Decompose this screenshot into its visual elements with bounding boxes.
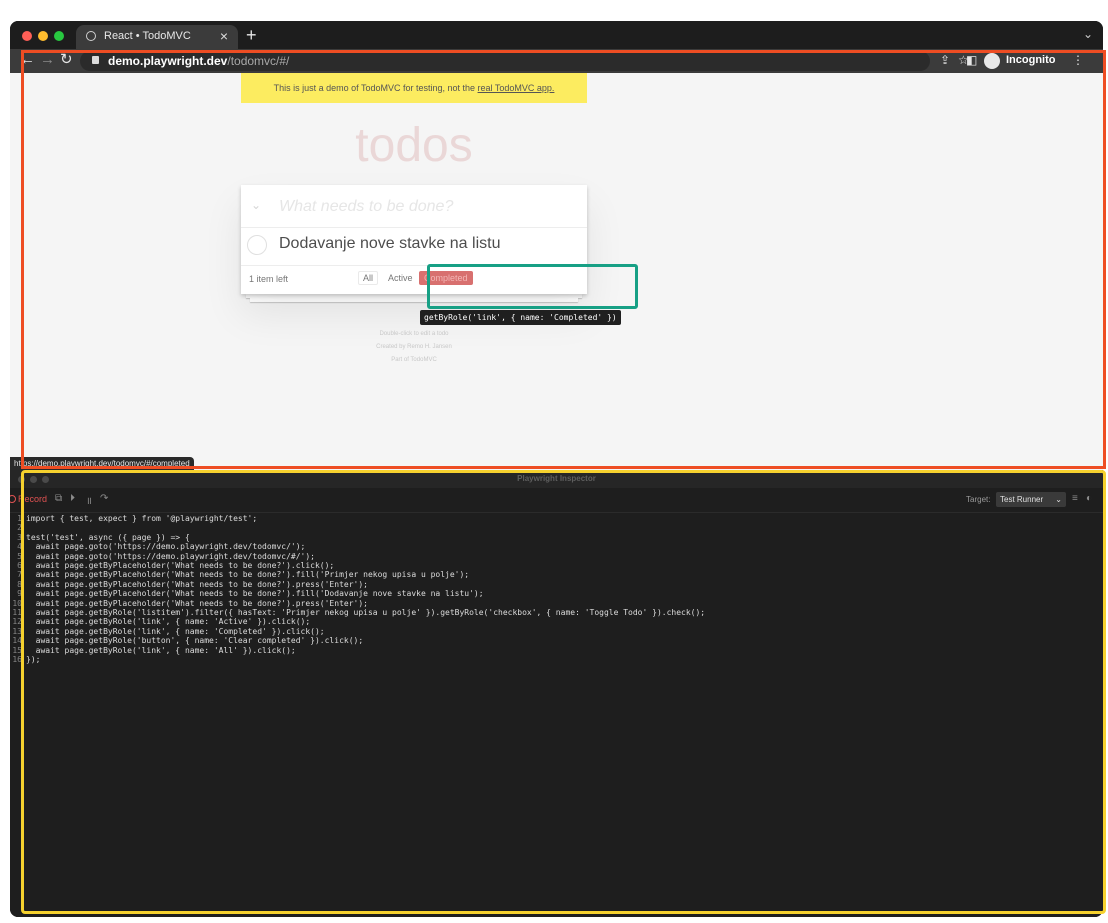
tab-title: React • TodoMVC: [104, 30, 191, 42]
maximize-window-button[interactable]: [54, 31, 64, 41]
browser-highlight-frame: [21, 50, 1106, 469]
close-window-button[interactable]: [22, 31, 32, 41]
close-tab-icon[interactable]: ×: [220, 28, 228, 44]
tab-search-chevron-icon[interactable]: ⌄: [1083, 27, 1093, 41]
locator-highlight-frame: [427, 264, 638, 309]
browser-tab[interactable]: React • TodoMVC ×: [76, 25, 238, 49]
inspector-highlight-frame: [21, 470, 1106, 914]
record-icon: [10, 495, 16, 503]
browser-tab-strip: React • TodoMVC × + ⌄: [10, 21, 1103, 49]
globe-icon: [86, 31, 96, 41]
minimize-window-button[interactable]: [38, 31, 48, 41]
new-tab-button[interactable]: +: [246, 25, 257, 46]
